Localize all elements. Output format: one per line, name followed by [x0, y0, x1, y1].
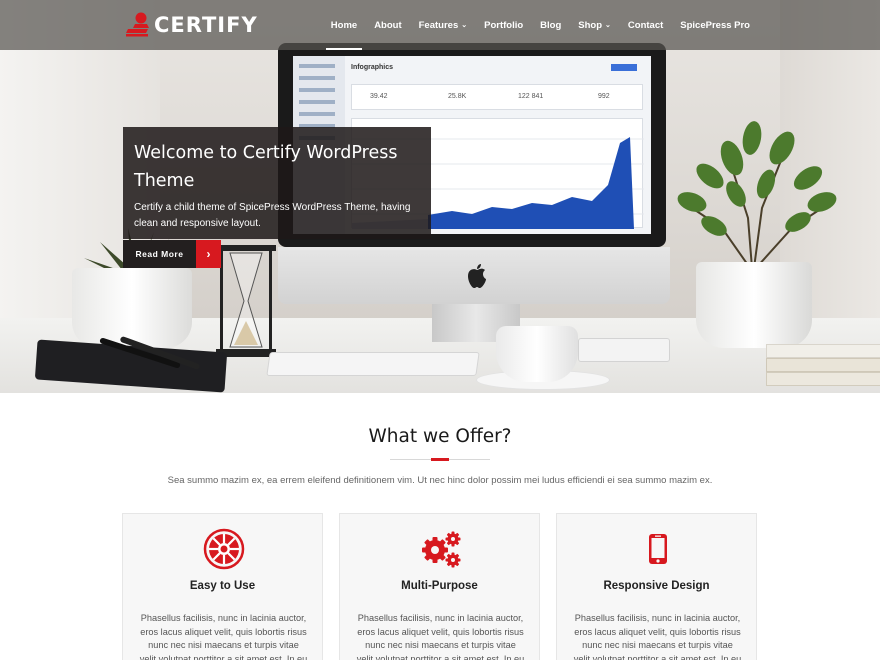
dashboard-stat: 122 841 — [518, 93, 544, 100]
nav-item-about[interactable]: About — [374, 0, 401, 50]
nav-item-label: Features — [418, 19, 459, 31]
nav-item-label: Home — [330, 19, 358, 31]
main-navbar: CERTIFY Home About Features ⌄ Portfolio B… — [0, 0, 880, 50]
site-logo-text: CERTIFY — [154, 13, 258, 37]
service-card-text: Phasellus facilisis, nunc in lacinia auc… — [573, 613, 742, 660]
nav-item-label: SpicePress Pro — [680, 19, 750, 31]
dashboard-stat: 39.42 — [370, 93, 388, 100]
dashboard-heading: Infographics — [351, 64, 394, 71]
read-more-label: Read More — [123, 240, 196, 268]
service-card: Multi-Purpose Phasellus facilisis, nunc … — [339, 513, 540, 660]
section-divider-accent — [431, 458, 449, 461]
service-card-text: Phasellus facilisis, nunc in lacinia auc… — [139, 613, 308, 660]
nav-item-portfolio[interactable]: Portfolio — [484, 0, 523, 50]
service-card-text: Phasellus facilisis, nunc in lacinia auc… — [356, 613, 525, 660]
hero-title: Welcome to Certify WordPress Theme — [134, 143, 398, 191]
stamp-icon — [126, 12, 149, 37]
nav-item-label: Contact — [627, 19, 664, 31]
nav-item-contact[interactable]: Contact — [628, 0, 663, 50]
nav-item-spicepress-pro[interactable]: SpicePress Pro — [680, 0, 750, 50]
keyboard-image — [266, 352, 480, 376]
nav-item-label: Portfolio — [484, 19, 524, 31]
nav-item-features[interactable]: Features ⌄ — [419, 0, 467, 50]
service-card-title: Responsive Design — [603, 580, 710, 592]
gears-icon — [422, 531, 461, 568]
site-logo[interactable]: CERTIFY — [126, 10, 258, 40]
section-title: What we Offer? — [368, 426, 512, 447]
service-card: Responsive Design Phasellus facilisis, n… — [556, 513, 757, 660]
service-card-title: Multi-Purpose — [401, 580, 478, 592]
coffee-cup-image — [496, 326, 578, 382]
chevron-down-icon: ⌄ — [605, 22, 611, 29]
books-image — [766, 330, 880, 392]
service-card: Easy to Use Phasellus facilisis, nunc in… — [122, 513, 323, 660]
main-menu: Home About Features ⌄ Portfolio Blog Shop… — [314, 0, 750, 50]
dashboard-stat: 25.8K — [448, 93, 467, 100]
chevron-right-icon: › — [196, 240, 221, 268]
left-plant-pot — [72, 268, 192, 348]
empire-icon — [203, 528, 245, 570]
read-more-button[interactable]: Read More › — [123, 240, 221, 268]
nav-item-label: Shop — [578, 19, 603, 31]
hero-caption: Welcome to Certify WordPress Theme Certi… — [123, 127, 431, 239]
chevron-down-icon: ⌄ — [461, 22, 468, 29]
dashboard-stats: 39.42 25.8K 122 841 992 — [351, 84, 643, 110]
nav-item-label: Blog — [540, 19, 562, 31]
apple-logo-icon — [468, 264, 486, 288]
section-subtitle: Sea summo mazim ex, ea errem eleifend de… — [167, 475, 713, 486]
hourglass-image — [216, 245, 276, 357]
nav-item-home[interactable]: Home — [325, 0, 363, 50]
dashboard-stat: 992 — [598, 93, 610, 100]
keyboard-image — [578, 338, 670, 362]
right-plant-image — [677, 121, 837, 268]
hero-description: Certify a child theme of SpicePress Word… — [134, 202, 411, 229]
nav-item-shop[interactable]: Shop ⌄ — [578, 0, 611, 50]
service-card-title: Easy to Use — [189, 580, 256, 592]
nav-item-blog[interactable]: Blog — [540, 0, 561, 50]
mobile-phone-icon — [649, 534, 667, 564]
dashboard-button — [611, 64, 637, 71]
nav-item-label: About — [374, 19, 402, 31]
